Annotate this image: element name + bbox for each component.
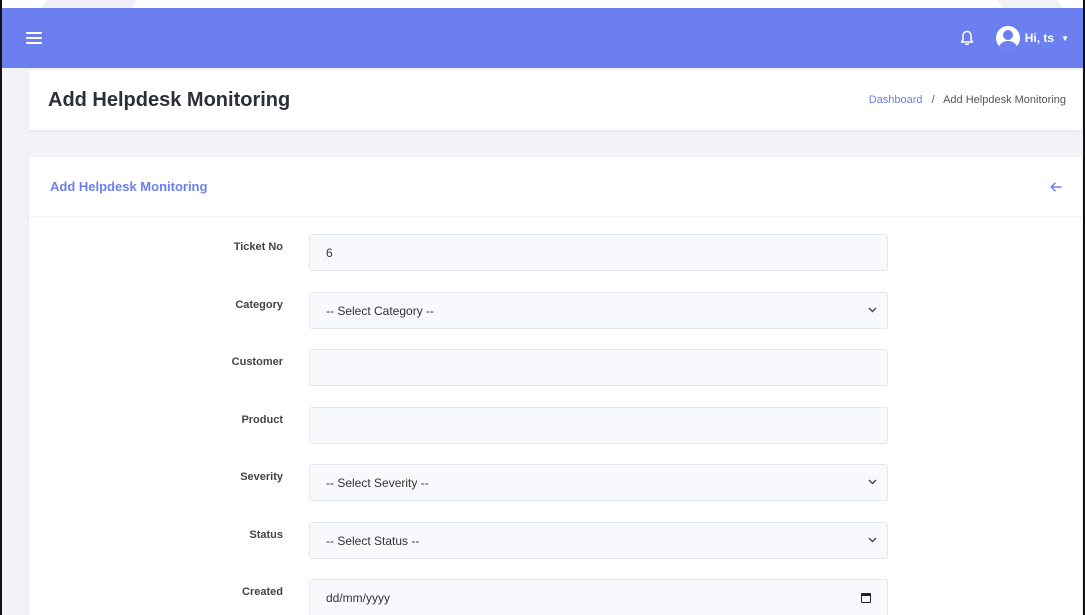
user-greeting: Hi, ts [1024, 31, 1055, 45]
category-select[interactable]: -- Select Category -- [309, 292, 888, 329]
form-row-product: Product [29, 407, 1082, 445]
product-label: Product [241, 414, 283, 426]
chevron-down-icon [868, 477, 877, 488]
chevron-down-icon [868, 535, 877, 546]
hamburger-menu-icon[interactable] [26, 32, 42, 44]
form-row-customer: Customer [29, 349, 1082, 387]
page-header: Add Helpdesk Monitoring Dashboard / Add … [29, 70, 1082, 130]
user-menu[interactable]: Hi, ts ▼ [995, 26, 1069, 50]
app-frame: Hi, ts ▼ Add Helpdesk Monitoring Dashboa… [0, 0, 1085, 615]
calendar-icon[interactable] [861, 592, 871, 603]
category-label: Category [235, 299, 283, 311]
breadcrumb-current: Add Helpdesk Monitoring [943, 94, 1066, 106]
customer-label: Customer [231, 356, 283, 368]
breadcrumb: Dashboard / Add Helpdesk Monitoring [869, 94, 1066, 106]
form-row-ticket-no: Ticket No 6 [29, 234, 1082, 272]
severity-select[interactable]: -- Select Severity -- [309, 464, 888, 501]
caret-down-icon: ▼ [1061, 33, 1069, 43]
created-placeholder: dd/mm/yyyy [326, 590, 391, 605]
status-select[interactable]: -- Select Status -- [309, 522, 888, 559]
breadcrumb-separator: / [931, 94, 935, 106]
form-row-severity: Severity -- Select Severity -- [29, 464, 1082, 502]
ticket-no-label: Ticket No [233, 241, 283, 253]
created-label: Created [242, 586, 283, 598]
product-input[interactable] [309, 407, 888, 444]
arrow-left-icon[interactable] [1050, 179, 1062, 195]
customer-input[interactable] [309, 349, 888, 386]
top-navbar: Hi, ts ▼ [2, 8, 1083, 68]
form-row-created: Created dd/mm/yyyy [29, 579, 1082, 615]
chevron-down-icon [868, 305, 877, 316]
status-selected-value: -- Select Status -- [326, 533, 420, 548]
form-row-status: Status -- Select Status -- [29, 522, 1082, 560]
form-title: Add Helpdesk Monitoring [50, 179, 208, 194]
category-selected-value: -- Select Category -- [326, 303, 435, 318]
topbar-right: Hi, ts ▼ [956, 26, 1069, 50]
breadcrumb-dashboard-link[interactable]: Dashboard [869, 94, 923, 106]
user-avatar-icon [995, 26, 1020, 50]
page-title: Add Helpdesk Monitoring [48, 88, 291, 111]
form-card: Add Helpdesk Monitoring Ticket No 6 Cate… [29, 157, 1082, 615]
ticket-no-input[interactable]: 6 [309, 234, 888, 271]
form-card-header: Add Helpdesk Monitoring [29, 157, 1082, 217]
bell-icon[interactable] [956, 27, 978, 49]
status-label: Status [249, 529, 283, 541]
severity-label: Severity [240, 471, 283, 483]
form-row-category: Category -- Select Category -- [29, 292, 1082, 330]
created-date-input[interactable]: dd/mm/yyyy [309, 579, 888, 615]
severity-selected-value: -- Select Severity -- [326, 475, 429, 490]
ticket-no-value: 6 [326, 245, 333, 260]
